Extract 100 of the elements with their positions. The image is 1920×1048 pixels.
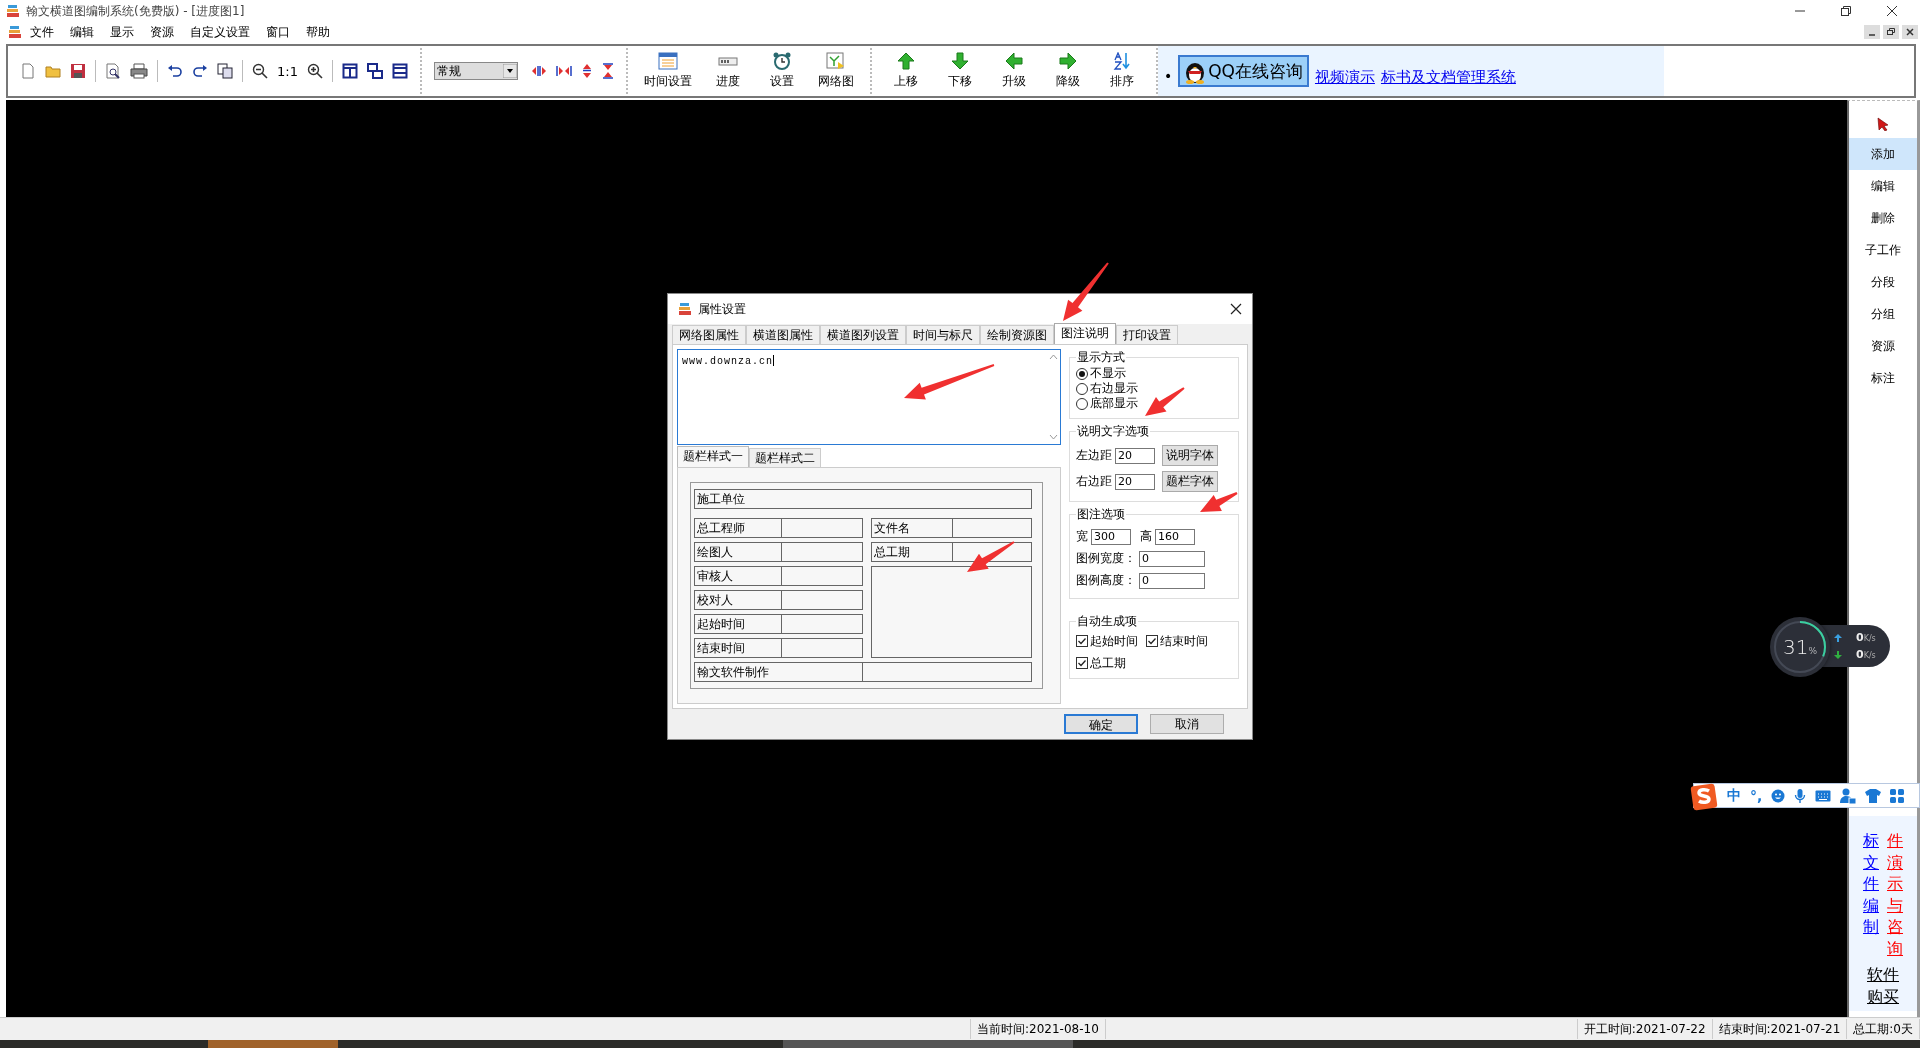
toolbar-button[interactable]: 上移 — [883, 52, 928, 90]
user-icon[interactable] — [1840, 787, 1857, 804]
close-icon[interactable] — [1902, 25, 1918, 39]
smiley-icon[interactable] — [1771, 788, 1786, 803]
tab[interactable]: 打印设置 — [1116, 325, 1178, 344]
input-field[interactable]: 0 — [1139, 550, 1205, 567]
grid-icon[interactable] — [1890, 788, 1905, 803]
tool-item[interactable]: 资源 — [1849, 330, 1917, 362]
dialog-button[interactable]: 确定 — [1064, 714, 1138, 734]
menu-item[interactable]: 编辑 — [62, 23, 102, 41]
toolbar-button[interactable]: 排序 — [1099, 52, 1144, 90]
checkbox-icon[interactable] — [1146, 635, 1158, 647]
minimize-icon[interactable] — [1864, 25, 1880, 39]
link[interactable]: 标书及文档管理系统 — [1380, 67, 1516, 87]
tab[interactable]: 题栏样式一 — [677, 446, 749, 467]
menu-item[interactable]: 自定义设置 — [182, 23, 258, 41]
close-icon[interactable] — [1886, 5, 1898, 17]
restore-icon[interactable] — [1840, 5, 1852, 17]
qq-consult-button[interactable]: QQ在线咨询 — [1178, 55, 1309, 87]
tab[interactable]: 网络图属性 — [672, 325, 746, 344]
link[interactable]: 件演示与咨询 — [1887, 830, 1903, 960]
tab[interactable]: 时间与标尺 — [906, 325, 980, 344]
tab[interactable]: 横道图列设置 — [820, 325, 906, 344]
checkbox-option[interactable]: 总工期 — [1076, 652, 1126, 674]
restore-icon[interactable] — [1883, 25, 1899, 39]
undo-icon[interactable] — [167, 63, 183, 79]
scroll-up-icon[interactable] — [1049, 354, 1058, 360]
microphone-icon[interactable] — [1794, 787, 1807, 804]
save-icon[interactable] — [70, 63, 86, 79]
columns-icon[interactable] — [341, 63, 358, 79]
tab[interactable]: 横道图属性 — [746, 325, 820, 344]
menu-item[interactable]: 文件 — [22, 23, 62, 41]
toolbar-button[interactable]: 网络图 — [813, 52, 858, 90]
toolbar-button[interactable]: 降级 — [1045, 52, 1090, 90]
dropdown-icon[interactable] — [502, 64, 517, 78]
menu-item[interactable]: 窗口 — [258, 23, 298, 41]
radio-option[interactable]: 右边显示 — [1076, 381, 1232, 396]
tool-item[interactable]: 分组 — [1849, 298, 1917, 330]
rows-icon[interactable] — [391, 63, 408, 79]
collapse-horizontal-icon[interactable] — [555, 64, 572, 78]
radio-icon[interactable] — [1076, 382, 1088, 395]
link[interactable]: 软件购买 — [1867, 963, 1899, 1009]
zoom-reset-button[interactable]: 1:1 — [277, 63, 298, 79]
input-field[interactable]: 0 — [1139, 572, 1205, 589]
font-button[interactable]: 说明字体 — [1162, 445, 1218, 466]
input-field[interactable]: 20 — [1115, 473, 1155, 490]
menu-item[interactable]: 显示 — [102, 23, 142, 41]
zoom-out-icon[interactable] — [252, 63, 268, 79]
app-icon[interactable] — [8, 25, 22, 39]
copy-icon[interactable] — [217, 63, 233, 79]
pointer-icon[interactable] — [1876, 117, 1890, 131]
toolbar-button[interactable]: 升级 — [991, 52, 1036, 90]
tool-item[interactable]: 标注 — [1849, 362, 1917, 394]
ime-logo-icon[interactable] — [1690, 782, 1718, 811]
windows-icon[interactable] — [366, 63, 383, 79]
close-icon[interactable] — [1230, 303, 1242, 315]
checkbox-option[interactable]: 起始时间 — [1076, 630, 1138, 652]
font-button[interactable]: 题栏字体 — [1162, 471, 1218, 492]
new-file-icon[interactable] — [20, 63, 36, 79]
ime-punctuation[interactable]: °, — [1750, 787, 1763, 804]
checkbox-icon[interactable] — [1076, 657, 1088, 669]
print-preview-icon[interactable] — [105, 63, 121, 79]
collapse-vertical-icon[interactable] — [601, 63, 614, 79]
tool-item[interactable]: 添加 — [1849, 138, 1917, 170]
expand-horizontal-icon[interactable] — [530, 64, 547, 78]
toolbar-button[interactable]: 下移 — [937, 52, 982, 90]
tab[interactable]: 绘制资源图 — [980, 325, 1054, 344]
tool-item[interactable]: 分段 — [1849, 266, 1917, 298]
zoom-in-icon[interactable] — [306, 63, 323, 79]
checkbox-option[interactable]: 结束时间 — [1146, 630, 1208, 652]
tool-item[interactable]: 删除 — [1849, 202, 1917, 234]
input-field[interactable]: 20 — [1115, 447, 1155, 464]
redo-icon[interactable] — [192, 63, 208, 79]
printer-icon[interactable] — [130, 63, 148, 79]
tool-item[interactable]: 子工作 — [1849, 234, 1917, 266]
expand-vertical-icon[interactable] — [580, 63, 593, 79]
checkbox-icon[interactable] — [1076, 635, 1088, 647]
radio-option[interactable]: 底部显示 — [1076, 396, 1232, 411]
folder-icon[interactable] — [45, 63, 61, 79]
menu-item[interactable]: 帮助 — [298, 23, 338, 41]
menu-item[interactable]: 资源 — [142, 23, 182, 41]
style-select[interactable]: 常规 — [433, 62, 518, 80]
shirt-icon[interactable] — [1865, 788, 1882, 803]
radio-icon[interactable] — [1076, 367, 1088, 380]
input-field[interactable]: 300 — [1091, 528, 1131, 545]
tab[interactable]: 题栏样式二 — [749, 448, 821, 467]
toolbar-button[interactable]: 时间设置 — [639, 52, 696, 90]
ime-mode[interactable]: 中 — [1727, 786, 1741, 805]
radio-option[interactable]: 不显示 — [1076, 366, 1232, 381]
input-field[interactable]: 160 — [1155, 528, 1195, 545]
keyboard-icon[interactable] — [1815, 789, 1832, 802]
toolbar-button[interactable]: 设置 — [759, 52, 804, 90]
tab[interactable]: 图注说明 — [1054, 323, 1116, 344]
link[interactable]: 标文件编制 — [1863, 830, 1879, 938]
toolbar-button[interactable]: 进度 — [705, 52, 750, 90]
radio-icon[interactable] — [1076, 397, 1088, 410]
text-area[interactable]: www.downza.cn — [677, 349, 1061, 445]
link[interactable]: 视频演示 — [1314, 67, 1375, 87]
scroll-down-icon[interactable] — [1049, 434, 1058, 440]
dialog-button[interactable]: 取消 — [1150, 714, 1224, 734]
